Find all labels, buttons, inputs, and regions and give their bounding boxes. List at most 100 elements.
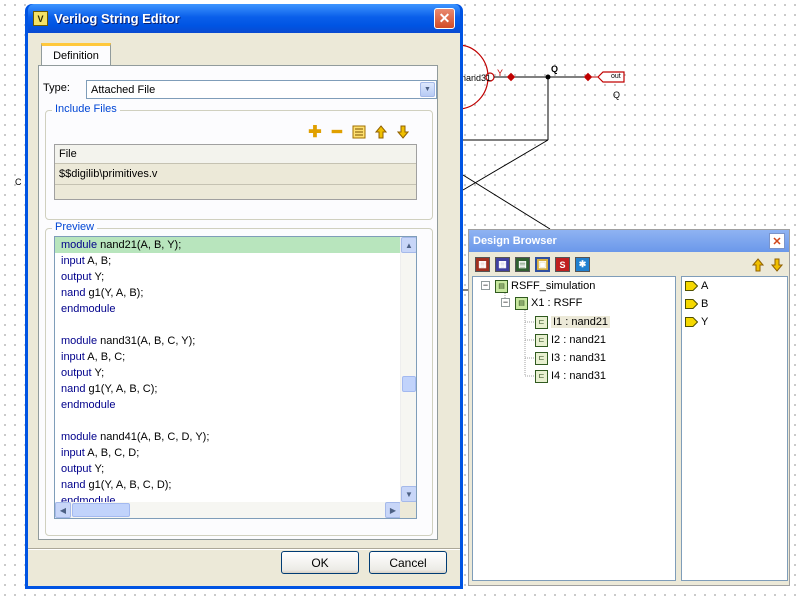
- tree-node-label: I3 : nand31: [551, 352, 607, 364]
- code-text: A, B;: [84, 255, 112, 267]
- code-line: nand g1(Y, A, B, C, D);: [55, 477, 401, 493]
- tree-node-x1[interactable]: ▤ X1 : RSFF: [515, 295, 582, 311]
- list-item[interactable]: Y: [685, 314, 708, 330]
- preview-legend: Preview: [52, 221, 98, 233]
- junction-out: [583, 72, 593, 82]
- code-keyword: nand: [61, 383, 86, 395]
- code-line: input A, B, C, D;: [55, 445, 401, 461]
- code-line: endmodule: [55, 301, 401, 317]
- net-label-q: Q: [551, 64, 559, 74]
- collapse-root-icon[interactable]: −: [481, 281, 490, 290]
- tree-node-label: X1 : RSFF: [531, 297, 583, 309]
- image-view-icon[interactable]: ▣: [535, 257, 550, 272]
- code-line: input A, B;: [55, 253, 401, 269]
- dialog-separator: [28, 548, 460, 550]
- vertical-scroll-thumb[interactable]: [402, 376, 416, 392]
- dialog-close-button[interactable]: ✕: [434, 8, 455, 29]
- design-browser-titlebar[interactable]: Design Browser: [469, 230, 789, 252]
- code-text: nand31(A, B, C, Y);: [97, 335, 196, 347]
- verilog-string-editor-dialog: V Verilog String Editor ✕ Definition Typ…: [25, 4, 463, 589]
- code-line: input A, B, C;: [55, 349, 401, 365]
- port-list[interactable]: A B Y: [681, 276, 788, 581]
- net-label-y: Y: [497, 68, 504, 78]
- scroll-corner: [400, 502, 416, 518]
- tab-definition[interactable]: Definition: [41, 43, 111, 66]
- scroll-left-arrow-icon[interactable]: ◀: [55, 502, 71, 518]
- code-keyword: module: [61, 335, 98, 347]
- add-icon[interactable]: ✚: [307, 124, 323, 141]
- tree-node-label: RSFF_simulation: [511, 280, 596, 292]
- instance-icon: ⊏: [535, 351, 548, 365]
- chip-view-icon[interactable]: ▦: [475, 257, 490, 272]
- hierarchy-view-icon[interactable]: ▤: [515, 257, 530, 272]
- code-line: output Y;: [55, 365, 401, 381]
- include-files-table[interactable]: File $$digilib\primitives.v: [54, 144, 417, 200]
- code-line: module nand31(A, B, C, Y);: [55, 333, 401, 349]
- ok-button[interactable]: OK: [281, 551, 359, 574]
- code-keyword: nand: [61, 479, 86, 491]
- browser-move-up-icon[interactable]: [750, 257, 766, 273]
- list-item[interactable]: A: [685, 278, 708, 294]
- dialog-titlebar[interactable]: V Verilog String Editor ✕: [28, 4, 460, 33]
- tree-node-i4[interactable]: ⊏ I4 : nand31: [535, 368, 606, 384]
- code-line: module nand41(A, B, C, D, Y);: [55, 429, 401, 445]
- cancel-button[interactable]: Cancel: [369, 551, 447, 574]
- remove-icon[interactable]: ━: [329, 124, 345, 141]
- grid-view-icon[interactable]: ▦: [495, 257, 510, 272]
- edit-list-icon[interactable]: [351, 124, 367, 140]
- collapse-x1-icon[interactable]: −: [501, 298, 510, 307]
- table-row[interactable]: $$digilib\primitives.v: [55, 164, 416, 185]
- code-text: nand21(A, B, Y);: [97, 239, 182, 251]
- code-text: g1(Y, A, B, C, D);: [85, 479, 172, 491]
- tree-node-i1[interactable]: ⊏ I1 : nand21: [535, 314, 611, 330]
- move-up-icon[interactable]: [373, 124, 389, 140]
- wire-cross-2: [462, 174, 551, 230]
- code-line: endmodule: [55, 397, 401, 413]
- code-text: g1(Y, A, B, C);: [85, 383, 158, 395]
- junction-q: [545, 74, 551, 80]
- port-flag-icon: [685, 299, 698, 309]
- code-keyword: input: [61, 351, 85, 363]
- junction-y: [506, 72, 516, 82]
- code-keyword: endmodule: [61, 495, 116, 502]
- horizontal-scroll-thumb[interactable]: [72, 503, 130, 517]
- scroll-down-arrow-icon[interactable]: ▼: [401, 486, 416, 502]
- code-text: g1(Y, A, B);: [85, 287, 144, 299]
- preview-code-view[interactable]: module nand21(A, B, Y); input A, B; output…: [54, 236, 417, 519]
- tree-node-i2[interactable]: ⊏ I2 : nand21: [535, 332, 606, 348]
- tree-node-i3[interactable]: ⊏ I3 : nand31: [535, 350, 606, 366]
- design-browser-panel: Design Browser ✕ ▦ ▦ ▤ ▣ S ✱ − ▤ RSFF_si…: [468, 229, 790, 586]
- code-keyword: module: [61, 431, 98, 443]
- chevron-down-icon[interactable]: ▼: [420, 82, 435, 97]
- design-hierarchy-tree[interactable]: − ▤ RSFF_simulation − ▤ X1 : RSFF ⊏ I1 :…: [472, 276, 676, 581]
- tree-node-label: I2 : nand21: [551, 334, 607, 346]
- code-text: Y;: [91, 367, 105, 379]
- code-area: module nand21(A, B, Y); input A, B; output…: [55, 237, 401, 502]
- tree-node-root[interactable]: ▤ RSFF_simulation: [495, 278, 595, 294]
- symbol-s-icon[interactable]: S: [555, 257, 570, 272]
- instance-icon: ⊏: [535, 315, 548, 329]
- dialog-body: Definition Type: Attached File ▼ Include…: [28, 33, 460, 586]
- list-item[interactable]: B: [685, 296, 708, 312]
- code-line: module nand21(A, B, Y);: [55, 237, 401, 253]
- network-view-icon[interactable]: ✱: [575, 257, 590, 272]
- type-select[interactable]: Attached File ▼: [86, 80, 437, 99]
- scroll-right-arrow-icon[interactable]: ▶: [385, 502, 401, 518]
- code-line: endmodule: [55, 493, 401, 502]
- browser-move-down-icon[interactable]: [769, 257, 785, 273]
- type-select-value: Attached File: [91, 83, 156, 96]
- move-down-icon[interactable]: [395, 124, 411, 140]
- scroll-up-arrow-icon[interactable]: ▲: [401, 237, 416, 253]
- code-line: output Y;: [55, 269, 401, 285]
- horizontal-scrollbar[interactable]: ◀ ▶: [55, 502, 401, 518]
- gate-label: nand31: [461, 73, 492, 83]
- vertical-scrollbar[interactable]: ▲ ▼: [400, 237, 416, 502]
- file-column-header[interactable]: File: [55, 145, 416, 164]
- tree-node-label: I1 : nand21: [551, 316, 611, 328]
- verilog-app-icon: V: [33, 11, 48, 26]
- code-text: Y;: [91, 271, 105, 283]
- design-browser-close-icon[interactable]: ✕: [769, 233, 785, 249]
- code-keyword: input: [61, 255, 85, 267]
- dialog-title: Verilog String Editor: [54, 11, 180, 26]
